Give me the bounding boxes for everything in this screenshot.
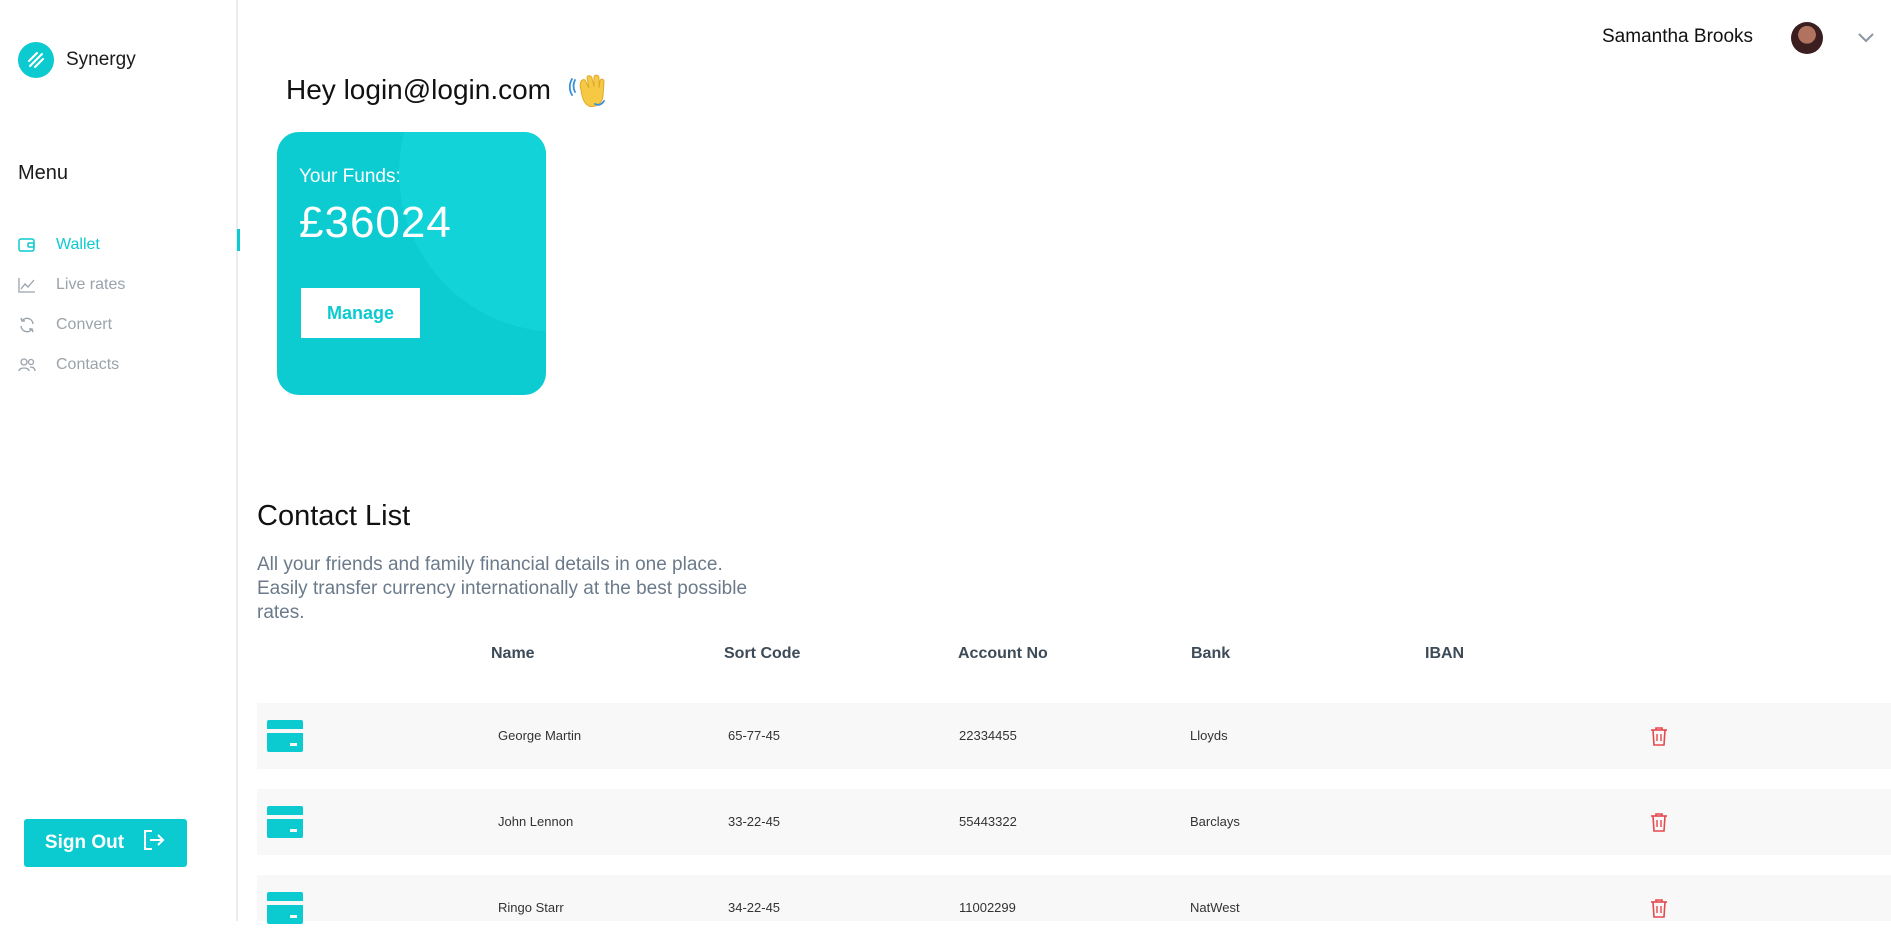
contact-sort-code: 65-77-45 [728,728,781,743]
sidebar-item-label: Wallet [56,236,100,253]
sidebar-item-wallet[interactable]: Wallet [0,225,240,265]
contact-bank: Lloyds [1190,728,1228,743]
contact-list-description: All your friends and family financial de… [257,554,748,623]
sidebar-item-live-rates[interactable]: Live rates [0,265,238,305]
trash-icon[interactable] [1649,812,1669,832]
column-header-iban: IBAN [1425,645,1465,662]
contact-list-title: Contact List [257,500,411,532]
chevron-down-icon[interactable] [1855,26,1877,48]
menu-heading: Menu [18,162,69,184]
trash-icon[interactable] [1649,726,1669,746]
sign-out-label: Sign Out [44,832,125,853]
sidebar-item-label: Live rates [56,276,126,293]
brand[interactable]: Synergy [18,42,136,78]
funds-value: £36024 [299,198,452,247]
chart-line-icon [18,276,36,294]
waving-hand-icon [568,70,609,110]
contact-account-no: 55443322 [959,814,1017,829]
column-header-sort-code: Sort Code [724,645,801,662]
greeting-text: Hey login@login.com [286,74,551,105]
bank-card-icon [267,718,303,754]
sidebar: Synergy Menu Wallet Live rates Convert C… [0,0,240,921]
funds-label: Your Funds: [299,166,401,187]
column-header-account-no: Account No [958,645,1048,662]
column-header-name: Name [491,645,535,662]
sign-out-button[interactable]: Sign Out [24,819,187,867]
table-row[interactable]: John Lennon 33-22-45 55443322 Barclays [257,789,1891,855]
manage-button[interactable]: Manage [301,288,420,338]
funds-card: Your Funds: £36024 Manage [277,132,546,395]
contact-bank: Barclays [1190,814,1240,829]
sidebar-item-label: Contacts [56,356,120,373]
table-row[interactable]: Ringo Starr 34-22-45 11002299 NatWest [257,875,1891,924]
contact-bank: NatWest [1190,900,1240,915]
sidebar-item-label: Convert [56,316,113,333]
table-row[interactable]: George Martin 65-77-45 22334455 Lloyds [257,703,1891,769]
contact-sort-code: 33-22-45 [728,814,781,829]
synergy-logo-icon [18,42,54,78]
contact-name: Ringo Starr [498,900,564,915]
refresh-icon [18,316,36,334]
contact-name: John Lennon [498,814,574,829]
contact-name: George Martin [498,728,582,743]
brand-name: Synergy [66,49,136,70]
avatar[interactable] [1791,22,1823,54]
wallet-icon [18,236,36,254]
users-icon [18,356,36,374]
contact-sort-code: 34-22-45 [728,900,781,915]
sidebar-item-contacts[interactable]: Contacts [0,345,238,385]
sidebar-nav: Wallet Live rates Convert Contacts [0,225,240,385]
greeting: Hey login@login.com [286,70,609,110]
trash-icon[interactable] [1649,898,1669,918]
bank-card-icon [267,804,303,840]
sidebar-item-convert[interactable]: Convert [0,305,238,345]
contact-account-no: 11002299 [959,900,1016,915]
column-header-bank: Bank [1191,645,1231,662]
user-name: Samantha Brooks [1602,26,1754,47]
logout-icon [142,829,166,857]
contact-account-no: 22334455 [959,728,1017,743]
